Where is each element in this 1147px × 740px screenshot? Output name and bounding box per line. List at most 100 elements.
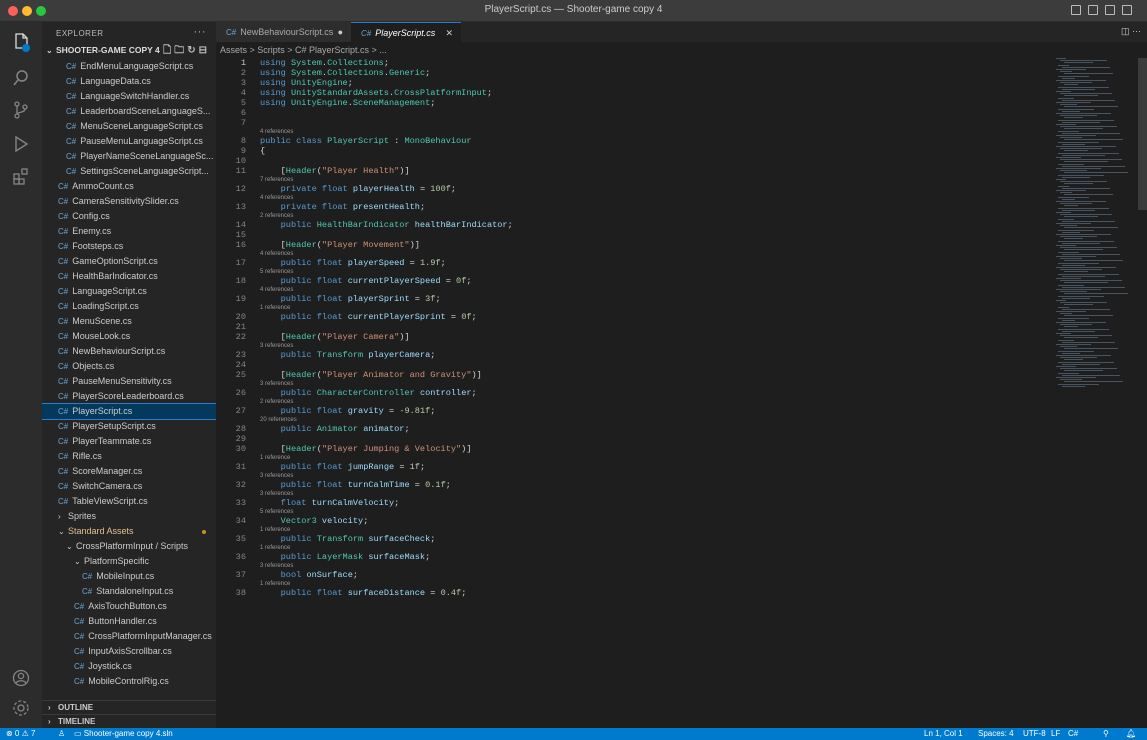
file-item[interactable]: C# ScoreManager.cs — [42, 464, 216, 479]
code-line[interactable]: 13 private float presentHealth; — [216, 202, 1051, 212]
new-folder-icon[interactable]: 🗀 — [174, 45, 187, 56]
run-debug-icon[interactable] — [11, 134, 31, 154]
unsaved-dot-icon[interactable]: ● — [338, 22, 343, 42]
code-line[interactable]: 16 [Header("Player Movement")] — [216, 240, 1051, 250]
codelens-references[interactable]: 20 references — [260, 416, 297, 424]
code-line[interactable]: 37 bool onSurface; — [216, 570, 1051, 580]
file-item[interactable]: C# MenuSceneLanguageScript.cs — [42, 119, 216, 134]
file-item[interactable]: C# Rifle.cs — [42, 449, 216, 464]
file-item[interactable]: C# MobileControlRig.cs — [42, 674, 216, 689]
codelens-references[interactable]: 1 reference — [260, 580, 290, 588]
code-line[interactable]: 11 [Header("Player Health")] — [216, 166, 1051, 176]
code-line[interactable]: 9{ — [216, 146, 1051, 156]
codelens-references[interactable]: 4 references — [260, 250, 293, 258]
copilot-icon[interactable]: ⚲ — [1103, 728, 1109, 740]
indentation[interactable]: Spaces: 4 — [978, 728, 1014, 740]
code-line[interactable]: 17 public float playerSpeed = 1.9f; — [216, 258, 1051, 268]
code-line[interactable]: 15 — [216, 230, 1051, 240]
file-item[interactable]: C# InputAxisScrollbar.cs — [42, 644, 216, 659]
file-item[interactable]: C# Footsteps.cs — [42, 239, 216, 254]
collapse-all-icon[interactable]: ⊟ — [199, 45, 210, 56]
file-item[interactable]: C# Joystick.cs — [42, 659, 216, 674]
codelens-references[interactable]: 1 reference — [260, 454, 290, 462]
codelens-references[interactable]: 3 references — [260, 342, 293, 350]
toggle-secondary-sidebar-icon[interactable] — [1105, 5, 1115, 15]
codelens-references[interactable]: 5 references — [260, 268, 293, 276]
codelens-references[interactable]: 3 references — [260, 472, 293, 480]
codelens-references[interactable]: 5 references — [260, 508, 293, 516]
project-root[interactable]: ⌄ SHOOTER-GAME COPY 4 🗋🗀↻⊟ — [42, 42, 216, 59]
file-item[interactable]: C# PlayerSetupScript.cs — [42, 419, 216, 434]
file-item[interactable]: C# LanguageData.cs — [42, 74, 216, 89]
solution-indicator[interactable]: ▭ Shooter-game copy 4.sln — [74, 728, 173, 740]
codelens-references[interactable]: 4 references — [260, 286, 293, 294]
tab-newbehaviourscript[interactable]: C# NewBehaviourScript.cs ● — [216, 22, 351, 42]
folder-item[interactable]: ⌄ Standard Assets — [42, 524, 216, 539]
file-item[interactable]: C# Config.cs — [42, 209, 216, 224]
refresh-icon[interactable]: ↻ — [187, 45, 198, 56]
account-status-icon[interactable]: ♙ — [58, 728, 65, 740]
timeline-section[interactable]: › TIMELINE — [42, 714, 216, 728]
file-item[interactable]: C# GameOptionScript.cs — [42, 254, 216, 269]
code-line[interactable]: 1 using System.Collections; — [216, 58, 1051, 68]
code-line[interactable]: 36 public LayerMask surfaceMask; — [216, 552, 1051, 562]
file-item[interactable]: C# NewBehaviourScript.cs — [42, 344, 216, 359]
toggle-primary-sidebar-icon[interactable] — [1071, 5, 1081, 15]
code-line[interactable]: 2 using System.Collections.Generic; — [216, 68, 1051, 78]
folder-item[interactable]: ⌄ PlatformSpecific — [42, 554, 216, 569]
file-item[interactable]: C# HealthBarIndicator.cs — [42, 269, 216, 284]
file-item[interactable]: C# PlayerScript.cs — [42, 403, 216, 420]
file-item[interactable]: C# MouseLook.cs — [42, 329, 216, 344]
explorer-icon[interactable] — [11, 32, 31, 52]
code-line[interactable]: 24 — [216, 360, 1051, 370]
line-ending[interactable]: LF — [1051, 728, 1060, 740]
language-mode[interactable]: C# — [1068, 728, 1078, 740]
code-editor[interactable]: 1 using System.Collections; 2 using System.… — [216, 58, 1051, 728]
file-item[interactable]: C# ButtonHandler.cs — [42, 614, 216, 629]
editor-more-icon[interactable]: ··· — [1132, 26, 1141, 36]
code-line[interactable]: 30 [Header("Player Jumping & Velocity")] — [216, 444, 1051, 454]
codelens-references[interactable]: 4 references — [260, 194, 293, 202]
problems-indicator[interactable]: ⊗ 0 ⚠ 7 — [6, 728, 35, 740]
encoding[interactable]: UTF-8 — [1023, 728, 1046, 740]
cursor-position[interactable]: Ln 1, Col 1 — [924, 728, 963, 740]
code-line[interactable]: 34 Vector3 velocity; — [216, 516, 1051, 526]
file-item[interactable]: C# SwitchCamera.cs — [42, 479, 216, 494]
vertical-scrollbar[interactable] — [1138, 58, 1147, 210]
file-item[interactable]: C# CrossPlatformInputManager.cs — [42, 629, 216, 644]
file-item[interactable]: C# PauseMenuLanguageScript.cs — [42, 134, 216, 149]
code-line[interactable]: 22 [Header("Player Camera")] — [216, 332, 1051, 342]
file-item[interactable]: C# Enemy.cs — [42, 224, 216, 239]
file-item[interactable]: C# AmmoCount.cs — [42, 179, 216, 194]
code-line[interactable]: 29 — [216, 434, 1051, 444]
code-line[interactable]: 23 public Transform playerCamera; — [216, 350, 1051, 360]
file-item[interactable]: C# LoadingScript.cs — [42, 299, 216, 314]
extensions-icon[interactable] — [11, 166, 31, 186]
code-line[interactable]: 12 private float playerHealth = 100f; — [216, 184, 1051, 194]
file-item[interactable]: C# TableViewScript.cs — [42, 494, 216, 509]
code-line[interactable]: 26 public CharacterController controller… — [216, 388, 1051, 398]
file-item[interactable]: C# PlayerScoreLeaderboard.cs — [42, 389, 216, 404]
file-item[interactable]: C# SettingsSceneLanguageScript... — [42, 164, 216, 179]
codelens-references[interactable]: 4 references — [260, 128, 293, 136]
codelens-references[interactable]: 3 references — [260, 490, 293, 498]
file-item[interactable]: C# CameraSensitivitySlider.cs — [42, 194, 216, 209]
file-item[interactable]: C# LeaderboardSceneLanguageS... — [42, 104, 216, 119]
code-line[interactable]: 6 — [216, 108, 1051, 118]
file-item[interactable]: C# AxisTouchButton.cs — [42, 599, 216, 614]
codelens-references[interactable]: 1 reference — [260, 544, 290, 552]
code-line[interactable]: 35 public Transform surfaceCheck; — [216, 534, 1051, 544]
code-line[interactable]: 31 public float jumpRange = 1f; — [216, 462, 1051, 472]
codelens-references[interactable]: 2 references — [260, 212, 293, 220]
code-line[interactable]: 7 — [216, 118, 1051, 128]
codelens-references[interactable]: 1 reference — [260, 526, 290, 534]
code-line[interactable]: 32 public float turnCalmTime = 0.1f; — [216, 480, 1051, 490]
file-item[interactable]: C# EndMenuLanguageScript.cs — [42, 59, 216, 74]
code-line[interactable]: 38 public float surfaceDistance = 0.4f; — [216, 588, 1051, 598]
close-tab-icon[interactable]: ✕ — [445, 23, 453, 43]
search-icon[interactable] — [11, 68, 31, 88]
code-line[interactable]: 25 [Header("Player Animator and Gravity"… — [216, 370, 1051, 380]
source-control-icon[interactable] — [11, 100, 31, 120]
file-item[interactable]: C# StandaloneInput.cs — [42, 584, 216, 599]
split-editor-icon[interactable]: ◫ — [1121, 26, 1130, 36]
